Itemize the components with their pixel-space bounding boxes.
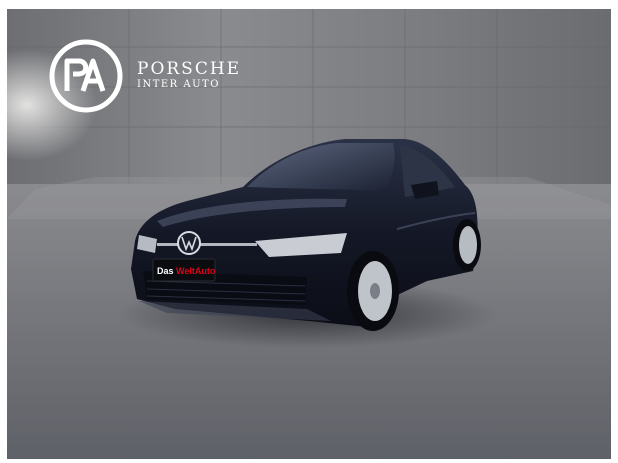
light-bar: [157, 243, 257, 246]
pia-logo-icon: [49, 39, 123, 113]
dealer-logo: PORSCHE INTER AUTO: [49, 39, 241, 113]
front-hub: [370, 283, 380, 299]
plate-text-das: Das: [157, 266, 176, 276]
dealer-name-block: PORSCHE INTER AUTO: [137, 60, 241, 92]
svg-text:Das WeltAuto: Das WeltAuto: [157, 266, 216, 276]
vehicle-photo: Das WeltAuto PORSCHE INTER AUTO: [7, 9, 611, 459]
plate-text-weltauto: WeltAuto: [176, 266, 216, 276]
dealer-name: PORSCHE: [137, 59, 242, 79]
rear-rim: [459, 226, 477, 264]
dealer-subtitle: INTER AUTO: [137, 79, 220, 90]
license-plate: Das WeltAuto: [152, 258, 216, 282]
